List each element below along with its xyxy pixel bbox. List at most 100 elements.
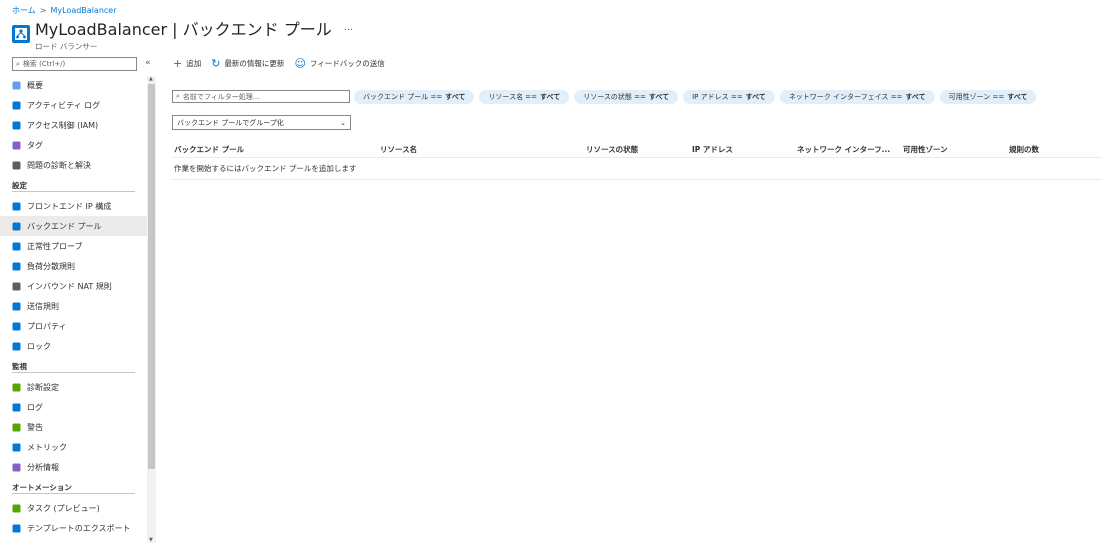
sidebar-item-label: 警告 <box>27 422 43 432</box>
insights-icon <box>12 463 21 472</box>
sidebar-item[interactable]: 分析情報 <box>0 457 147 477</box>
sidebar-item-label: タスク (プレビュー) <box>27 503 100 513</box>
groupby-value: バックエンド プールでグループ化 <box>177 118 284 127</box>
frontend-ip-icon <box>12 202 21 211</box>
refresh-icon: ↻ <box>211 57 221 70</box>
filter-pill-value: すべて <box>648 93 670 101</box>
tag-icon <box>12 141 21 150</box>
toolbar: + 追加 ↻ 最新の情報に更新 ☺ フィードバックの送信 <box>173 57 385 70</box>
feedback-icon: ☺ <box>294 57 306 70</box>
breadcrumb-current[interactable]: MyLoadBalancer <box>50 6 116 15</box>
sidebar-nav: 概要アクティビティ ログ アクセス制御 (IAM) タグ問題の診断と解決 設定フロント… <box>0 75 147 538</box>
filter-input[interactable]: ⌕ 名前でフィルター処理... <box>172 90 350 103</box>
sidebar-item[interactable]: バックエンド プール <box>0 216 147 236</box>
collapse-sidebar-button[interactable]: « <box>145 58 151 68</box>
iam-icon <box>12 121 21 130</box>
sidebar-item[interactable]: ロック <box>0 336 147 356</box>
search-icon: ⌕ <box>16 59 20 68</box>
sidebar-item-label: バックエンド プール <box>27 221 102 231</box>
sidebar-item[interactable]: アクティビティ ログ <box>0 95 147 115</box>
table-empty-row: 作業を開始するにはバックエンド プールを追加します <box>172 158 1102 180</box>
sidebar-item[interactable]: 正常性プローブ <box>0 236 147 256</box>
sidebar-item[interactable]: アクセス制御 (IAM) <box>0 115 147 135</box>
chevron-down-icon: ⌄ <box>340 118 346 127</box>
filter-pill-label: リソース名 == <box>488 93 538 101</box>
breadcrumb-home[interactable]: ホーム <box>12 5 36 16</box>
load-balancer-icon <box>12 25 30 43</box>
scroll-up-icon[interactable]: ▲ <box>149 76 153 82</box>
filter-pill[interactable]: リソースの状態 == すべて <box>574 90 679 104</box>
properties-icon <box>12 322 21 331</box>
filter-pill[interactable]: ネットワーク インターフェイス == すべて <box>779 90 935 104</box>
health-probe-icon <box>12 242 21 251</box>
sidebar-item[interactable]: タスク (プレビュー) <box>0 498 147 518</box>
sidebar-item-label: 概要 <box>27 80 43 90</box>
sidebar-item[interactable]: ログ <box>0 397 147 417</box>
sidebar-item-label: アクティビティ ログ <box>27 100 101 110</box>
scroll-down-icon[interactable]: ▼ <box>149 537 153 543</box>
sidebar-item[interactable]: 診断設定 <box>0 377 147 397</box>
more-options-button[interactable]: ··· <box>344 25 354 36</box>
sidebar-item[interactable]: タグ <box>0 135 147 155</box>
sidebar-item[interactable]: テンプレートのエクスポート <box>0 518 147 538</box>
sidebar-item[interactable]: 警告 <box>0 417 147 437</box>
sidebar-item[interactable]: プロパティ <box>0 316 147 336</box>
column-header[interactable]: IP アドレス <box>692 144 733 155</box>
sidebar-item[interactable]: 負荷分散規則 <box>0 256 147 276</box>
filter-pill[interactable]: リソース名 == すべて <box>479 90 570 104</box>
filter-pill-label: IP アドレス == <box>692 93 743 101</box>
filter-pill-label: ネットワーク インターフェイス == <box>788 93 903 101</box>
export-template-icon <box>12 524 21 533</box>
page-header: MyLoadBalancer | バックエンド プール ··· ロード バランサー <box>12 20 353 52</box>
section-divider <box>12 493 135 494</box>
refresh-button-label: 最新の情報に更新 <box>224 59 285 68</box>
page-subtitle: ロード バランサー <box>35 41 98 51</box>
column-header[interactable]: リソース名 <box>380 144 417 155</box>
sidebar-search-input[interactable]: ⌕ 検索 (Ctrl+/) <box>12 57 137 71</box>
plus-icon: + <box>173 57 183 70</box>
filter-pill-value: すべて <box>445 93 466 101</box>
column-header[interactable]: リソースの状態 <box>586 144 638 155</box>
groupby-dropdown[interactable]: バックエンド プールでグループ化 ⌄ <box>172 115 351 130</box>
sidebar-item-label: ロック <box>27 341 51 351</box>
sidebar-item[interactable]: インバウンド NAT 規則 <box>0 276 147 296</box>
filter-pills: バックエンド プール == すべて リソース名 == すべて リソースの状態 == すべて… <box>354 90 1037 104</box>
sidebar-item[interactable]: メトリック <box>0 437 147 457</box>
column-header[interactable]: 規則の数 <box>1009 144 1039 155</box>
sidebar-item-label: 分析情報 <box>27 462 59 472</box>
feedback-button[interactable]: ☺ フィードバックの送信 <box>294 57 384 70</box>
sidebar-scrollbar[interactable]: ▲ ▼ <box>147 76 156 543</box>
search-icon: ⌕ <box>176 92 180 100</box>
sidebar-item[interactable]: フロントエンド IP 構成 <box>0 196 147 216</box>
sidebar-item-label: 問題の診断と解決 <box>27 160 91 170</box>
page-title: MyLoadBalancer | バックエンド プール ··· <box>35 20 353 41</box>
sidebar-item[interactable]: 概要 <box>0 75 147 95</box>
column-header[interactable]: バックエンド プール <box>174 144 244 155</box>
metrics-icon <box>12 443 21 452</box>
sidebar-item[interactable]: 問題の診断と解決 <box>0 155 147 175</box>
refresh-button[interactable]: ↻ 最新の情報に更新 <box>211 57 284 70</box>
sidebar-item-label: アクセス制御 (IAM) <box>27 120 99 130</box>
sidebar-item-label: インバウンド NAT 規則 <box>27 281 112 291</box>
sidebar-item-label: 負荷分散規則 <box>27 261 75 271</box>
add-button-label: 追加 <box>186 59 202 68</box>
column-header[interactable]: ネットワーク インターフ... <box>797 144 890 155</box>
filter-pill-label: バックエンド プール == <box>363 93 443 101</box>
filter-pill[interactable]: IP アドレス == すべて <box>683 90 775 104</box>
filter-pill[interactable]: バックエンド プール == すべて <box>354 90 475 104</box>
sidebar-search-placeholder: 検索 (Ctrl+/) <box>22 60 66 68</box>
breadcrumb-separator: > <box>39 6 47 15</box>
table-header: バックエンド プール リソース名 リソースの状態 IP アドレス ネットワーク インター… <box>172 138 1102 158</box>
filter-pill-label: リソースの状態 == <box>583 93 646 101</box>
filter-pill-value: すべて <box>905 93 926 101</box>
sidebar-item-label: ログ <box>27 402 43 412</box>
sidebar-item-label: プロパティ <box>27 321 67 331</box>
sidebar-section-title: 設定 <box>12 180 27 190</box>
sidebar-item[interactable]: 送信規則 <box>0 296 147 316</box>
filter-pill-value: すべて <box>1007 93 1028 101</box>
add-button[interactable]: + 追加 <box>173 57 201 70</box>
filter-pill[interactable]: 可用性ゾーン == すべて <box>939 90 1037 104</box>
column-header[interactable]: 可用性ゾーン <box>903 144 948 155</box>
scrollbar-thumb[interactable] <box>148 84 155 469</box>
empty-message: 作業を開始するにはバックエンド プールを追加します <box>174 164 357 173</box>
